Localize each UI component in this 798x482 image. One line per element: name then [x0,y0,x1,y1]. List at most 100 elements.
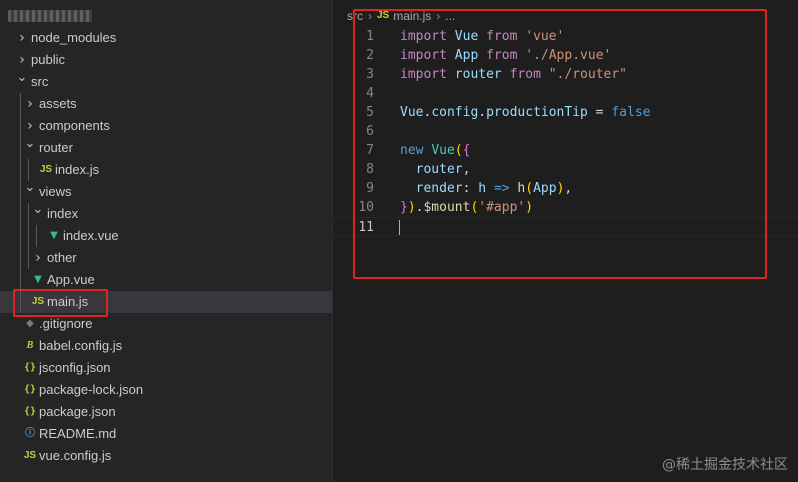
code-line[interactable]: 9 render: h => h(App), [333,179,798,198]
tree-item-label: src [31,74,49,89]
code-line[interactable]: 1 import Vue from 'vue' [333,27,798,46]
code-text: router, [400,160,471,179]
folder-public[interactable]: › public [0,49,332,71]
code-text: import router from "./router" [400,65,627,84]
indent-guide [20,93,21,313]
file-index-js[interactable]: JS index.js [0,159,332,181]
project-root-folder[interactable] [8,6,92,26]
file-main-js[interactable]: JS main.js [0,291,332,313]
code-line[interactable]: 5 Vue.config.productionTip = false [333,103,798,122]
file-package-json[interactable]: {} package.json [0,401,332,423]
tree-item-label: vue.config.js [39,448,112,463]
code-token: ) [407,200,416,215]
file-babel-config-js[interactable]: Bbabel.config.js [0,335,332,357]
folder-src[interactable]: ⌄ src [0,70,332,93]
code-line[interactable]: 10}).$mount('#app') [333,198,798,217]
chevron-right-icon[interactable]: › [24,93,36,115]
file-readme-md[interactable]: ⓘ README.md [0,423,332,445]
folder-components[interactable]: › components [0,115,332,137]
code-token: , [564,181,573,196]
code-token: new [400,143,424,158]
js-file-icon: JS [377,10,390,21]
text-cursor [399,220,400,235]
line-number: 7 [366,143,374,158]
breadcrumb-folder[interactable]: src [347,7,363,25]
breadcrumb-more[interactable]: ... [445,7,455,25]
code-token: ) [525,200,534,215]
code-token: ( [454,143,463,158]
js-file-icon: JS [31,296,45,307]
breadcrumb-file[interactable]: main.js [393,7,431,25]
folder-other[interactable]: › other [0,247,332,269]
tree-item-label: node_modules [31,30,117,45]
file-jsconfig-json[interactable]: {} jsconfig.json [0,357,332,379]
file-index-vue[interactable]: ▼ index.vue [0,225,332,247]
code-token: from [509,67,541,82]
tree-item-label: index.js [55,162,100,177]
code-token: } [400,200,408,215]
code-token: $mount [423,200,471,215]
chevron-right-icon: › [368,9,372,23]
code-token: : [462,181,479,196]
vue-file-icon: ▼ [34,274,42,285]
code-token: router [454,67,502,82]
tree-item-label: babel.config.js [39,338,123,353]
line-number: 4 [366,86,374,101]
file-vue-config-js[interactable]: JS vue.config.js [0,445,332,467]
tree-item-label: package-lock.json [39,382,144,397]
tree-item-label: components [39,118,110,133]
code-token: '#app' [478,200,526,215]
code-token: productionTip [486,105,588,120]
code-line[interactable]: 4 [333,84,798,103]
code-token: , [462,162,471,177]
chevron-down-icon[interactable]: ⌄ [24,177,36,199]
chevron-down-icon[interactable]: ⌄ [32,199,44,221]
line-number: 1 [366,29,374,44]
chevron-down-icon[interactable]: ⌄ [24,133,36,155]
code-text: render: h => h(App), [400,179,573,198]
code-line[interactable]: 6 [333,122,798,141]
chevron-right-icon[interactable]: › [32,247,44,269]
line-number: 2 [366,48,374,63]
folder-assets[interactable]: › assets [0,93,332,115]
info-file-icon: ⓘ [25,428,35,439]
babel-file-icon: B [26,340,34,351]
code-token: from [486,29,518,44]
code-token: Vue [400,105,424,120]
code-line[interactable]: 7 new Vue({ [333,141,798,160]
tree-item-label: public [31,52,65,67]
code-text: new Vue({ [400,141,470,160]
code-line[interactable]: 3 import router from "./router" [333,65,798,84]
code-line[interactable]: 2 import App from './App.vue' [333,46,798,65]
folder-views[interactable]: ⌄ views [0,180,332,203]
chevron-down-icon[interactable]: ⌄ [16,67,28,89]
file--gitignore[interactable]: ◆ .gitignore [0,313,332,335]
folder-index[interactable]: ⌄ index [0,202,332,225]
line-number: 11 [358,220,374,235]
tree-item-label: router [39,140,73,155]
code-line[interactable]: 8 router, [333,160,798,179]
code-token: App [454,48,479,63]
line-number: 9 [366,181,374,196]
code-token: './App.vue' [525,48,612,63]
folder-router[interactable]: ⌄ router [0,136,332,159]
line-number: 10 [358,200,374,215]
code-line[interactable]: 11 [333,217,798,236]
folder-node-modules[interactable]: › node_modules [0,27,332,49]
code-token: from [486,48,518,63]
file-package-lock-json[interactable]: {} package-lock.json [0,379,332,401]
code-token: => [493,181,510,196]
code-token: render [415,181,463,196]
file-app-vue[interactable]: ▼ App.vue [0,269,332,291]
code-editor[interactable]: src › JS main.js ›... 1 import Vue from 'vue'… [333,0,798,482]
tree-item-label: other [47,250,77,265]
code-token: import [400,67,447,82]
git-file-icon: ◆ [26,318,34,329]
chevron-right-icon[interactable]: › [16,27,28,49]
json-file-icon: {} [23,362,37,373]
tree-item-label: .gitignore [39,316,93,331]
